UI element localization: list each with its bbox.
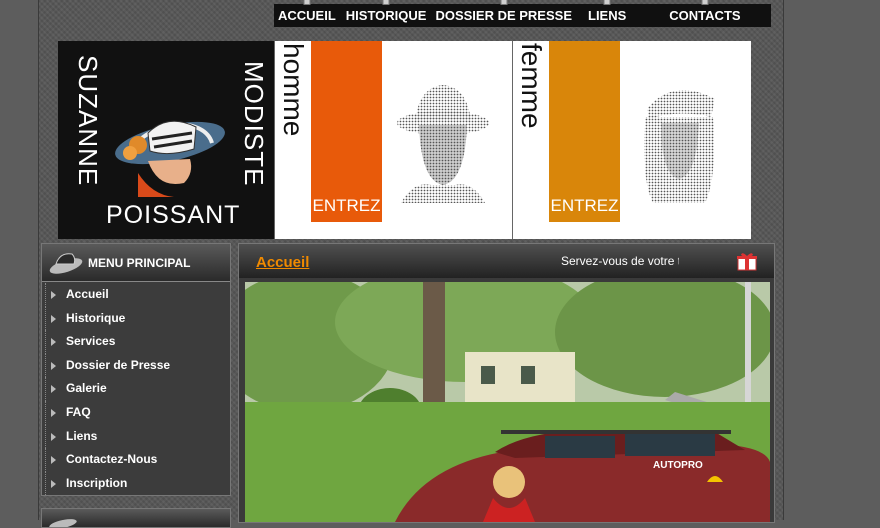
menu-item-services[interactable]: Services [45,330,227,354]
photo-badge-autopro: AUTOPRO [653,460,703,471]
secondary-menu-header [41,508,231,528]
featured-photo: AUTOPRO [245,282,770,522]
hat-illustration [115,120,225,197]
woman-portrait [644,90,715,203]
nav-item-historique[interactable]: HISTORIQUE [345,0,427,27]
menu-item-contactez-nous[interactable]: Contactez-Nous [45,448,227,472]
menu-item-label: Inscription [66,475,128,490]
menu-item-label: Accueil [66,287,109,301]
menu-item-label: Contactez-Nous [66,452,158,467]
nav-item-accueil[interactable]: ACCUEIL [278,0,336,27]
enter-label: ENTREZ [312,196,381,215]
menu-item-dossier-de-presse[interactable]: Dossier de Presse [45,353,227,378]
gift-icon[interactable] [736,251,758,271]
arrow-bullet-icon [51,479,56,488]
menu-item-liens[interactable]: Liens [45,424,227,449]
menu-item-galerie[interactable]: Galerie [45,377,227,401]
nav-label: LIENS [588,8,627,23]
nav-item-dossier-de-presse[interactable]: DOSSIER DE PRESSE [435,0,572,27]
section-word-femme: femme [516,43,547,129]
arrow-bullet-icon [51,408,56,417]
section-femme[interactable]: femme ENTREZ [512,41,751,239]
main-menu: MENU PRINCIPAL Accueil Historique Servic… [41,243,231,496]
hat-icon [49,253,83,274]
arrow-bullet-icon [51,314,56,323]
menu-title: MENU PRINCIPAL [88,256,191,270]
menu-item-accueil[interactable]: Accueil [45,283,227,307]
nav-marker-icon [500,0,508,5]
scrolling-message: Servez-vous de votre t [561,254,679,268]
header-banner: SUZANNE MODISTE POISSANT homme ENTREZ fe… [58,41,751,239]
nav-label: ACCUEIL [278,8,336,23]
top-navigation: ACCUEIL HISTORIQUE DOSSIER DE PRESSE LIE… [274,0,771,27]
nav-marker-icon [382,0,390,5]
nav-marker-icon [701,0,709,5]
menu-item-label: Liens [66,428,98,443]
arrow-bullet-icon [51,291,56,299]
enter-label: ENTREZ [550,196,619,215]
hat-icon [49,519,77,527]
nav-marker-icon [603,0,611,5]
nav-label: DOSSIER DE PRESSE [435,8,572,23]
arrow-bullet-icon [51,361,56,370]
menu-item-label: Dossier de Presse [66,357,171,372]
arrow-bullet-icon [51,385,56,394]
nav-label: CONTACTS [669,8,741,23]
section-word-homme: homme [278,43,309,137]
arrow-bullet-icon [51,338,56,347]
nav-marker-icon [303,0,311,5]
menu-list: Accueil Historique Services Dossier de P… [45,283,227,496]
nav-item-contacts[interactable]: CONTACTS [669,0,741,27]
enter-button-homme[interactable]: ENTREZ [311,41,382,222]
photo-car-lawn: AUTOPRO [245,282,770,522]
menu-item-historique[interactable]: Historique [45,306,227,331]
name-first: SUZANNE [73,55,103,187]
menu-header: MENU PRINCIPAL [42,244,230,282]
nav-item-liens[interactable]: LIENS [588,0,627,27]
arrow-bullet-icon [51,432,56,441]
nav-label: HISTORIQUE [345,8,427,23]
man-portrait [397,85,489,203]
name-last: POISSANT [106,201,241,229]
enter-button-femme[interactable]: ENTREZ [549,41,620,222]
menu-item-label: Historique [66,310,126,325]
menu-item-label: FAQ [66,404,91,419]
menu-item-label: Services [66,334,116,349]
menu-item-inscription[interactable]: Inscription [45,471,227,496]
arrow-bullet-icon [51,456,56,465]
menu-item-faq[interactable]: FAQ [45,400,227,425]
main-content: Accueil Servez-vous de votre t AUTOPRO [238,243,775,523]
content-header: Accueil Servez-vous de votre t [239,244,774,278]
content-title-link[interactable]: Accueil [256,254,309,271]
logo-panel: SUZANNE MODISTE POISSANT [58,41,274,239]
profession: MODISTE [239,61,269,187]
section-homme[interactable]: homme ENTREZ [274,41,513,239]
menu-item-label: Galerie [66,381,107,396]
